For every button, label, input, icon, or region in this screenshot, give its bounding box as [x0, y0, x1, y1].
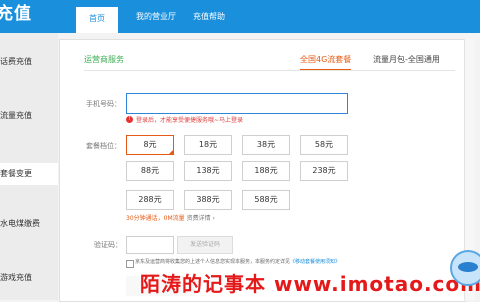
watermark-logo-icon — [450, 250, 480, 286]
package-option-588[interactable]: 588元 — [242, 190, 290, 210]
warning-icon: ! — [126, 116, 133, 123]
top-nav-bar: 充值 首页 我的营业厅 充值帮助 — [0, 0, 480, 33]
package-option-388[interactable]: 388元 — [184, 190, 232, 210]
nav-help[interactable]: 充值帮助 — [188, 0, 230, 33]
phone-label: 手机号码： — [86, 100, 121, 108]
nav-my-hall[interactable]: 我的营业厅 — [126, 0, 186, 33]
package-option-38[interactable]: 38元 — [242, 135, 290, 155]
package-label: 套餐档位： — [86, 142, 121, 150]
phone-input[interactable] — [126, 93, 348, 114]
package-note-text: 30分钟通话，0M流量 — [126, 215, 185, 222]
package-option-188[interactable]: 188元 — [242, 161, 290, 181]
operator-service-label: 运营商服务 — [84, 55, 124, 64]
package-option-88[interactable]: 88元 — [126, 161, 174, 181]
package-option-138[interactable]: 138元 — [184, 161, 232, 181]
sidebar-item-data-recharge[interactable]: 流量充值 — [0, 110, 58, 121]
package-option-18[interactable]: 18元 — [184, 135, 232, 155]
verification-code-input[interactable] — [126, 236, 174, 254]
login-tip[interactable]: 登录后，才能享受便捷服务哦~马上登录 — [136, 115, 243, 124]
sidebar-item-phone-recharge[interactable]: 话费充值 — [0, 56, 58, 67]
send-code-button[interactable]: 发送验证码 — [177, 236, 233, 254]
main-panel: 运营商服务 全国4G流套餐 流量月包-全国通用 手机号码： ! 登录后，才能享受… — [59, 39, 466, 302]
sidebar-item-plan-change[interactable]: 套餐变更 — [0, 163, 58, 185]
package-detail-link[interactable]: 资费详情 › — [187, 215, 215, 222]
tab-data-monthly[interactable]: 流量月包-全国通用 — [373, 54, 440, 65]
package-option-58[interactable]: 58元 — [300, 135, 348, 155]
agreement-body: 京东及运营商将收集您的上述个人信息您实现本服务，本服务约定详见 — [135, 259, 291, 265]
watermark-text: 陌涛的记事本 www.imotao.com — [140, 272, 480, 296]
agreement-link[interactable]: 《移动套餐使用须知》 — [290, 259, 340, 265]
tab-4g-plan[interactable]: 全国4G流套餐 — [300, 54, 352, 71]
package-option-8[interactable]: 8元 — [126, 135, 174, 155]
nav-home[interactable]: 首页 — [76, 7, 118, 33]
agree-checkbox[interactable] — [126, 260, 134, 268]
agreement-text: 京东及运营商将收集您的上述个人信息您实现本服务，本服务约定详见《移动套餐使用须知… — [135, 258, 340, 265]
brand-title: 充值 — [0, 4, 32, 24]
package-note: 30分钟通话，0M流量 资费详情 › — [126, 213, 215, 222]
package-option-238[interactable]: 238元 — [300, 161, 348, 181]
divider — [84, 70, 455, 71]
sidebar-item-game-recharge[interactable]: 游戏充值 — [0, 272, 58, 283]
sidebar-item-utility-payment[interactable]: 水电煤缴费 — [0, 218, 58, 229]
package-option-288[interactable]: 288元 — [126, 190, 174, 210]
code-label: 验证码： — [94, 241, 122, 249]
